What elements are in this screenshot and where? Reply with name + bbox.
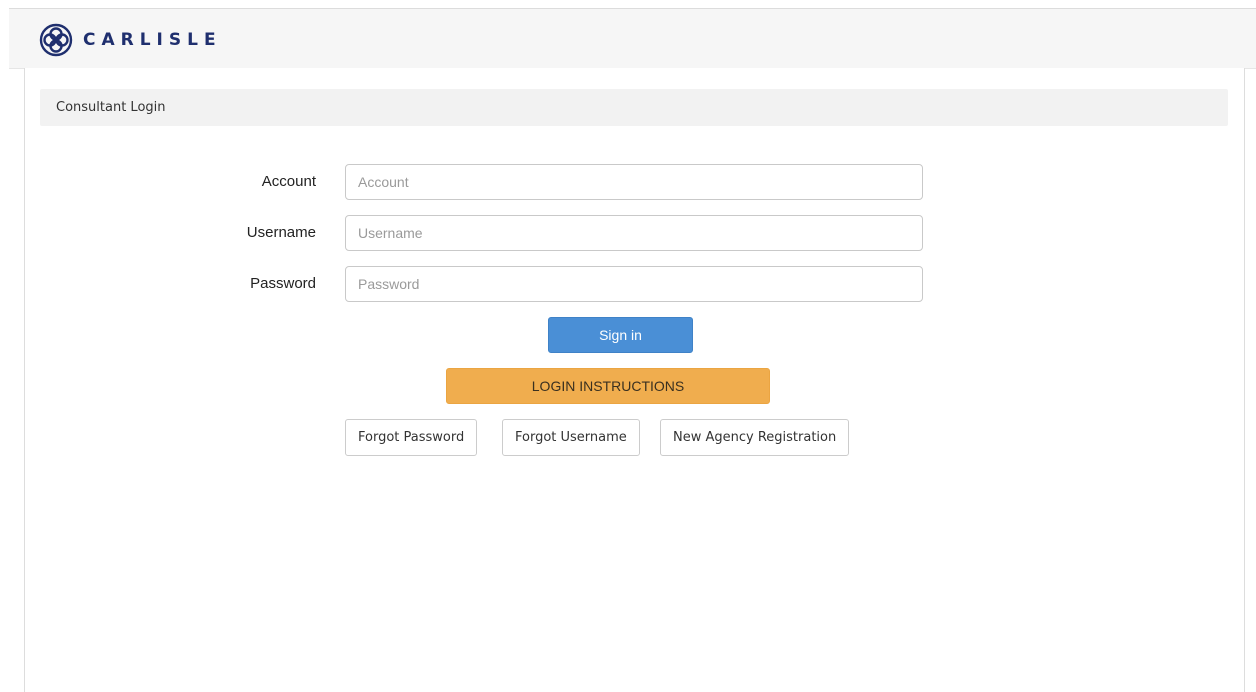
account-label: Account (261, 173, 316, 190)
forgot-username-button[interactable]: Forgot Username (502, 419, 640, 456)
login-instructions-button[interactable]: LOGIN INSTRUCTIONS (446, 368, 770, 404)
account-input[interactable] (345, 164, 923, 200)
account-row: Account (25, 164, 1244, 200)
password-label: Password (250, 275, 316, 292)
main-content: Consultant Login Account Username Passwo… (24, 68, 1245, 692)
new-agency-registration-button[interactable]: New Agency Registration (660, 419, 850, 456)
username-input[interactable] (345, 215, 923, 251)
brand-name: CARLISLE (83, 30, 222, 50)
brand-logo[interactable]: CARLISLE (39, 23, 222, 57)
username-label: Username (246, 224, 316, 241)
top-header-bar: CARLISLE (9, 8, 1256, 69)
sign-in-button[interactable]: Sign in (548, 317, 693, 353)
panel-title: Consultant Login (56, 100, 166, 115)
panel-heading: Consultant Login (40, 89, 1228, 126)
password-row: Password (25, 266, 1244, 302)
forgot-password-button[interactable]: Forgot Password (345, 419, 478, 456)
carlisle-logo-icon (39, 23, 73, 57)
username-row: Username (25, 215, 1244, 251)
password-input[interactable] (345, 266, 923, 302)
